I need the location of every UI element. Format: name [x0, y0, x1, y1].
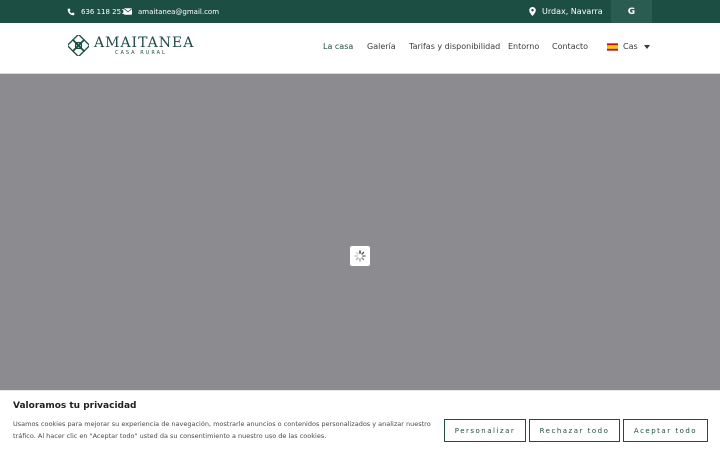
- location-pin-icon: [529, 7, 536, 16]
- google-icon: G: [627, 6, 636, 17]
- logo-emblem-icon: [68, 35, 89, 56]
- nav-item-tarifas[interactable]: Tarifas y disponibilidad: [409, 42, 500, 51]
- email-address: amaitanea@gmail.com: [138, 7, 220, 16]
- site-logo[interactable]: AMAITANEA CASA RURAL: [68, 35, 194, 56]
- language-selector[interactable]: Cas: [607, 42, 650, 51]
- loading-spinner: [350, 246, 370, 266]
- location-link[interactable]: Urdax, Navarra: [529, 0, 603, 23]
- reject-all-button[interactable]: Rechazar todo: [529, 419, 620, 442]
- chevron-down-icon: [643, 44, 650, 49]
- logo-subtitle: CASA RURAL: [115, 49, 167, 56]
- nav-item-entorno[interactable]: Entorno: [508, 42, 539, 51]
- spain-flag-icon: [607, 42, 618, 51]
- spinner-icon: [354, 250, 366, 262]
- google-button[interactable]: G: [611, 0, 652, 23]
- language-label: Cas: [623, 42, 638, 51]
- site-header: AMAITANEA CASA RURAL La casa Galería Tar…: [0, 23, 720, 74]
- cookie-description: Usamos cookies para mejorar su experienc…: [13, 420, 431, 440]
- email-link[interactable]: amaitanea@gmail.com: [124, 0, 219, 23]
- nav-item-la-casa[interactable]: La casa: [323, 42, 353, 51]
- accept-all-button[interactable]: Aceptar todo: [623, 419, 708, 442]
- top-bar: 636 118 251 amaitanea@gmail.com Urdax, N…: [0, 0, 720, 23]
- phone-number: 636 118 251: [81, 7, 126, 16]
- phone-icon: [67, 8, 75, 15]
- nav-item-galeria[interactable]: Galería: [367, 42, 396, 51]
- envelope-icon: [124, 8, 132, 15]
- location-text: Urdax, Navarra: [542, 7, 603, 16]
- nav-item-contacto[interactable]: Contacto: [552, 42, 588, 51]
- cookie-title: Valoramos tu privacidad: [13, 401, 137, 411]
- logo-text: AMAITANEA CASA RURAL: [94, 36, 194, 56]
- phone-link[interactable]: 636 118 251: [67, 0, 126, 23]
- logo-title: AMAITANEA: [94, 34, 195, 51]
- hero-slider: [0, 74, 720, 390]
- cookie-banner: Valoramos tu privacidad Usamos cookies p…: [0, 390, 720, 450]
- customize-button[interactable]: Personalizar: [444, 419, 526, 442]
